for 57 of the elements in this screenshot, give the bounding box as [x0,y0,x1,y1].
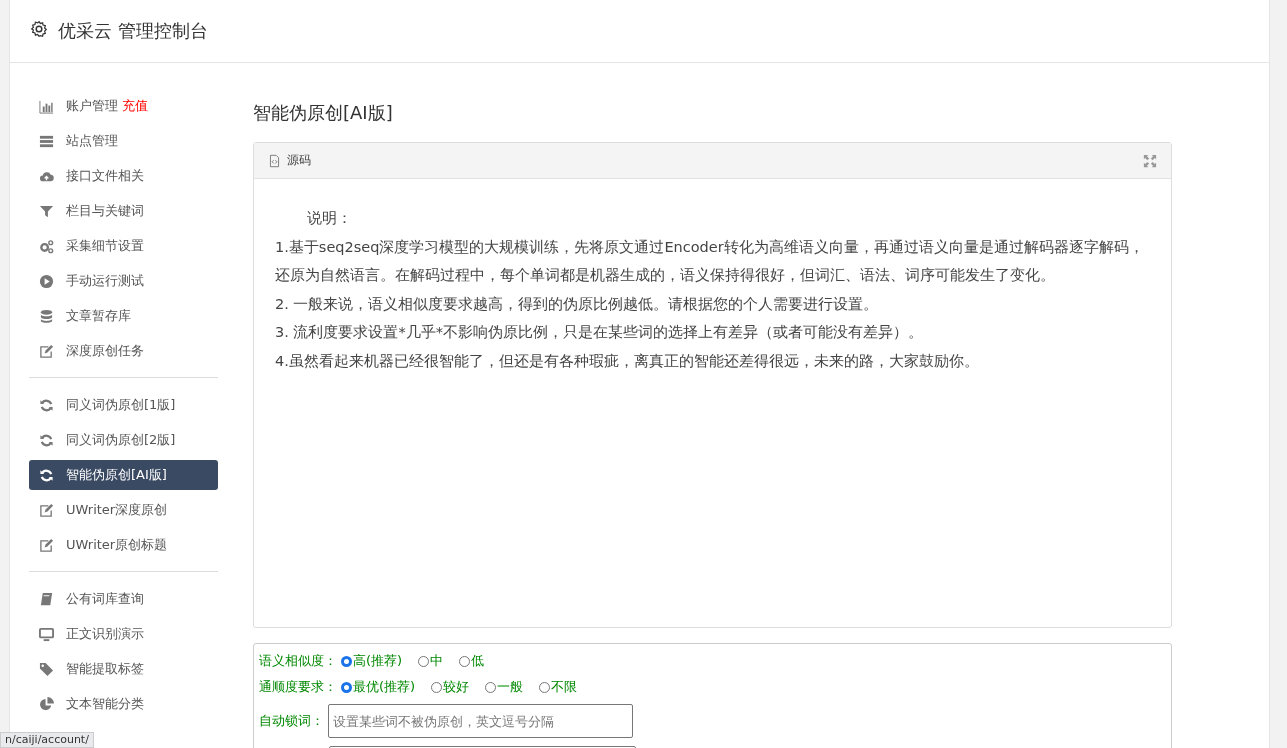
refresh-icon [39,467,54,483]
sidebar-item[interactable]: 同义词伪原创[2版] [29,425,218,455]
description-heading: 说明： [306,209,353,228]
sidebar-item[interactable]: UWriter原创标题 [29,530,218,560]
book-icon [39,591,54,607]
option-label: 自动锁词： [259,712,324,730]
sidebar-item[interactable]: 深度原创任务 [29,336,218,366]
recharge-link[interactable]: 充值 [122,97,148,115]
fullscreen-icon[interactable] [1143,153,1157,168]
description-paragraph: 2. 一般来说，语义相似度要求越高，得到的伪原比例越低。请根据您的个人需要进行设置。 [275,294,880,314]
radio-option[interactable]: 最优(推荐) [341,678,416,696]
sidebar-item[interactable]: 手动运行测试 [29,266,218,296]
sidebar-item[interactable]: 文本智能分类 [29,689,218,719]
monitor-icon [39,626,54,642]
code-file-icon [268,153,281,168]
gears-icon [39,238,54,254]
edit-icon [39,537,54,553]
description-paragraph: 1.基于seq2seq深度学习模型的大规模训练，先将原文通过Encoder转化为高维语义向量，再通过语义向量是通过解码器逐字解码，还原为自然语言。在解码过程中，每个单词都是机器生成的，语义保持得很好，但词汇、语法、词序可能发生了变化。 [275,237,1145,285]
edit-icon [39,502,54,518]
description-paragraph: 3. 流利度要求设置*几乎*不影响伪原比例，只是在某些词的选择上有差异（或者可能没有差异）。 [275,323,924,342]
settings-icon [30,20,48,38]
sidebar-item[interactable]: 站点管理 [29,126,218,156]
sidebar-item[interactable]: 账户管理 充值 [29,91,218,121]
pie-chart-icon [39,696,54,712]
radio-option[interactable]: 低 [459,652,485,670]
page-title: 智能伪原创[AI版] [253,101,394,125]
refresh-icon [39,432,54,448]
sidebar-item[interactable]: 文章暂存库 [29,301,218,331]
radio-option[interactable]: 高(推荐) [341,652,403,670]
database-icon [39,308,54,324]
sidebar-item[interactable]: 同义词伪原创[1版] [29,390,218,420]
sidebar-item[interactable]: 接口文件相关 [29,161,218,191]
sidebar-item[interactable]: 正文识别演示 [29,619,218,649]
sidebar-item[interactable]: 公有词库查询 [29,584,218,614]
source-button[interactable]: 源码 [268,152,311,169]
chart-icon [39,98,54,114]
edit-icon [39,343,54,359]
filter-icon [39,203,54,219]
sidebar-item[interactable]: 采集细节设置 [29,231,218,261]
sidebar-item[interactable]: UWriter深度原创 [29,495,218,525]
radio-option[interactable]: 不限 [539,678,578,696]
status-url: n/caiji/account/ [0,732,94,748]
option-label: 通顺度要求： [259,678,337,696]
server-icon [39,133,54,149]
play-icon [39,273,54,289]
description-paragraph: 4.虽然看起来机器已经很智能了，但还是有各种瑕疵，离真正的智能还差得很远，未来的路，大家鼓励你。 [275,351,980,371]
option-label: 语义相似度： [259,652,337,670]
refresh-icon [39,397,54,413]
sidebar-item[interactable]: 智能伪原创[AI版] [29,460,218,490]
radio-option[interactable]: 一般 [485,678,524,696]
sidebar-item[interactable]: 智能提取标签 [29,654,218,684]
sidebar-item[interactable]: 栏目与关键词 [29,196,218,226]
radio-option[interactable]: 中 [418,652,444,670]
tag-icon [39,661,54,677]
console-title: 优采云 管理控制台 [58,19,208,43]
lock-words-field[interactable]: 设置某些词不被伪原创，英文逗号分隔 [328,704,633,738]
radio-option[interactable]: 较好 [431,678,470,696]
